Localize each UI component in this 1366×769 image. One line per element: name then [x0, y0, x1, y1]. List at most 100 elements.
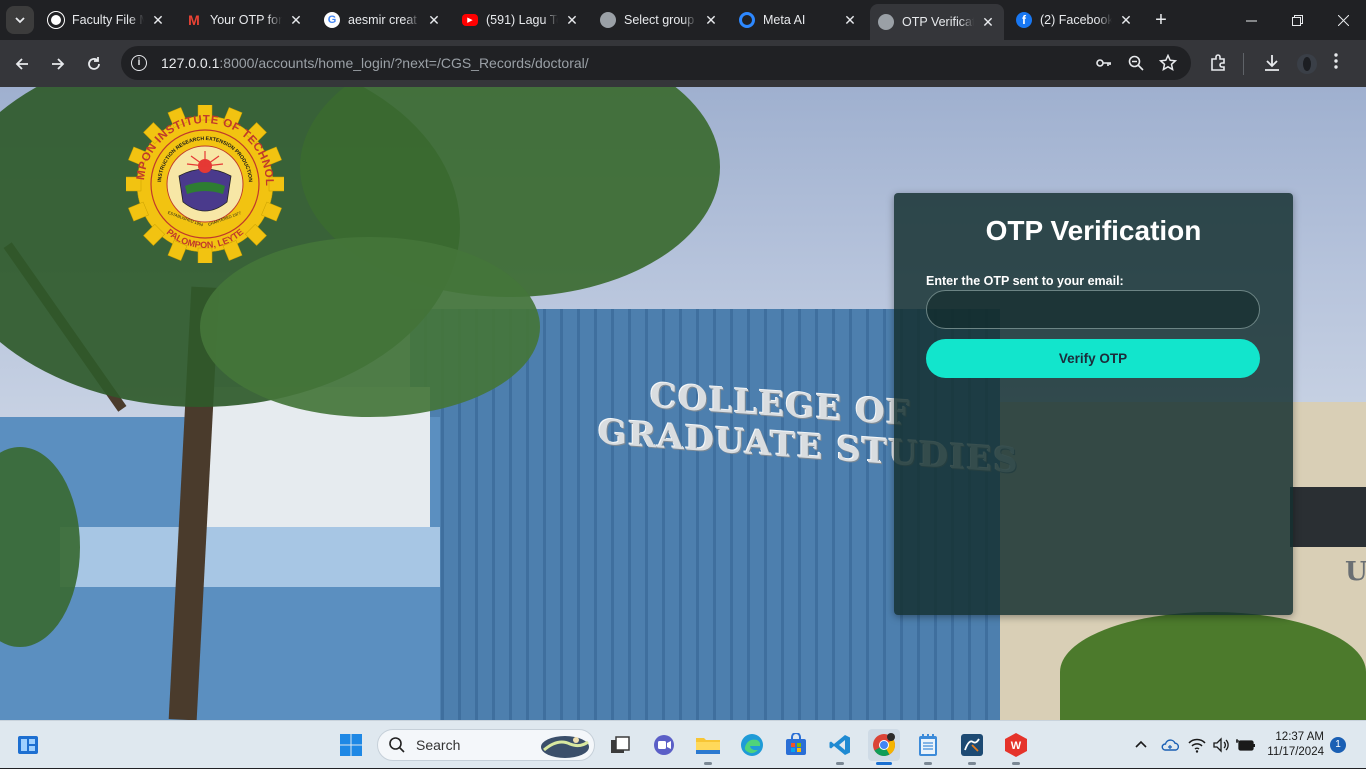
running-indicator	[924, 762, 932, 765]
folder-icon	[696, 738, 720, 754]
otp-title: OTP Verification	[985, 215, 1202, 246]
task-view-button[interactable]	[604, 729, 636, 761]
browser-tab[interactable]: Gaesmir creat ✕	[316, 6, 450, 34]
battery-charging-icon[interactable]	[1236, 737, 1256, 753]
otp-input[interactable]	[926, 290, 1260, 329]
openai-icon	[48, 12, 64, 28]
gmail-icon: M	[188, 12, 200, 28]
browser-tab[interactable]: Faculty File M ✕	[40, 6, 174, 34]
taskbar-app-notepad[interactable]	[912, 729, 944, 761]
vscode-icon	[829, 735, 850, 755]
bookmark-star-icon[interactable]	[1158, 53, 1178, 72]
youtube-icon: ▶	[462, 14, 478, 26]
wifi-icon[interactable]	[1188, 737, 1206, 753]
tab-close-icon[interactable]: ✕	[150, 12, 166, 28]
verify-otp-button[interactable]: Verify OTP	[926, 339, 1260, 378]
chrome-icon	[873, 733, 895, 756]
svg-text:W: W	[1011, 740, 1022, 752]
notification-badge[interactable]: 1	[1330, 737, 1346, 753]
globe-icon	[878, 14, 894, 30]
more-vert-icon	[1334, 53, 1338, 69]
browser-tab[interactable]: Select group ✕	[592, 6, 727, 34]
address-bar[interactable]: i 127.0.0.1:8000/accounts/home_login/?ne…	[121, 46, 1191, 80]
tab-close-icon[interactable]: ✕	[980, 14, 996, 30]
taskbar-clock[interactable]: 12:37 AM 11/17/2024	[1262, 730, 1324, 760]
background-hedge	[1060, 612, 1366, 720]
tab-title: (2) Facebook	[1040, 13, 1112, 27]
taskbar-app-vscode[interactable]	[824, 729, 856, 761]
back-button[interactable]	[8, 50, 36, 78]
chevron-down-icon	[15, 17, 25, 24]
search-placeholder: Search	[416, 737, 461, 753]
page-viewport: U COLLEGE OF GRADUATE STUDIES MPON INSTI…	[0, 87, 1366, 720]
reload-icon	[88, 57, 100, 70]
start-button[interactable]	[335, 729, 367, 761]
otp-verification-form: OTP Verification Enter the OTP sent to y…	[894, 193, 1293, 615]
notepad-icon	[919, 734, 937, 756]
browser-menu-button[interactable]	[1325, 53, 1347, 75]
tab-search-button[interactable]	[6, 6, 34, 34]
taskbar-app-teams[interactable]	[648, 729, 680, 761]
tab-close-icon[interactable]: ✕	[703, 12, 719, 28]
tab-title: Select group	[624, 13, 695, 27]
new-tab-button[interactable]: +	[1150, 9, 1172, 31]
chevron-up-icon[interactable]	[1134, 738, 1148, 752]
forward-button[interactable]	[44, 50, 72, 78]
onedrive-icon[interactable]	[1160, 737, 1180, 753]
site-info-icon[interactable]: i	[131, 55, 147, 71]
browser-toolbar: i 127.0.0.1:8000/accounts/home_login/?ne…	[0, 40, 1366, 87]
tab-title: aesmir creat	[348, 13, 417, 27]
taskbar-search[interactable]: Search	[377, 729, 595, 761]
browser-tab[interactable]: OTP Verificat ✕	[870, 4, 1004, 40]
facebook-icon: f	[1016, 12, 1032, 28]
taskbar-app-mysql-workbench[interactable]	[956, 729, 988, 761]
browser-tab[interactable]: Meta AI ✕	[731, 6, 866, 34]
widgets-icon	[18, 736, 38, 754]
clock-time: 12:37 AM	[1275, 731, 1324, 743]
tab-close-icon[interactable]: ✕	[288, 12, 304, 28]
browser-tab[interactable]: f (2) Facebook ✕	[1008, 6, 1142, 34]
background-building-letter: U	[1345, 557, 1366, 587]
taskbar-app-store[interactable]	[780, 729, 812, 761]
browser-tab[interactable]: ▶ (591) Lagu Te ✕	[454, 6, 588, 34]
profile-avatar[interactable]	[1296, 53, 1318, 75]
chat-icon	[654, 735, 674, 755]
browser-tab[interactable]: M Your OTP for ✕	[178, 6, 312, 34]
background-canopy	[60, 527, 440, 587]
browser-window: Faculty File M ✕ M Your OTP for ✕ Gaesmir cre…	[0, 0, 1366, 87]
taskbar-app-wps[interactable]: W	[1000, 729, 1032, 761]
tab-close-icon[interactable]: ✕	[842, 12, 858, 28]
tab-close-icon[interactable]: ✕	[1118, 12, 1134, 28]
widgets-button[interactable]	[12, 729, 44, 761]
tab-title: Your OTP for	[210, 13, 282, 27]
close-window-button[interactable]	[1320, 0, 1366, 40]
tab-close-icon[interactable]: ✕	[426, 12, 442, 28]
active-indicator	[876, 762, 892, 765]
tab-title: OTP Verificat	[902, 15, 974, 29]
running-indicator	[968, 762, 976, 765]
minimize-icon	[1245, 20, 1257, 21]
tab-close-icon[interactable]: ✕	[564, 12, 580, 28]
tree-canopy	[200, 237, 540, 417]
extensions-icon[interactable]	[1207, 53, 1229, 75]
globe-icon	[600, 12, 616, 28]
restore-button[interactable]	[1274, 0, 1320, 40]
downloads-icon[interactable]	[1261, 53, 1283, 75]
arrow-left-icon	[15, 58, 28, 70]
toolbar-divider	[1243, 53, 1244, 75]
minimize-button[interactable]	[1228, 0, 1274, 40]
institution-logo: PALOMPON INSTITUTE OF TECHNOLOGY INSTRUC…	[126, 105, 284, 263]
tab-title: (591) Lagu Te	[486, 13, 558, 27]
reload-button[interactable]	[80, 50, 108, 78]
url-text[interactable]: 127.0.0.1:8000/accounts/home_login/?next…	[161, 55, 589, 71]
volume-icon[interactable]	[1212, 737, 1230, 753]
taskbar-app-edge[interactable]	[736, 729, 768, 761]
background-window	[1290, 487, 1366, 547]
taskbar-app-file-explorer[interactable]	[692, 729, 724, 761]
taskbar-app-chrome[interactable]	[868, 729, 900, 761]
running-indicator	[836, 762, 844, 765]
tab-strip: Faculty File M ✕ M Your OTP for ✕ Gaesmir cre…	[0, 0, 1366, 40]
password-key-icon[interactable]	[1095, 54, 1113, 72]
zoom-icon[interactable]	[1127, 54, 1145, 72]
store-icon	[786, 733, 806, 755]
